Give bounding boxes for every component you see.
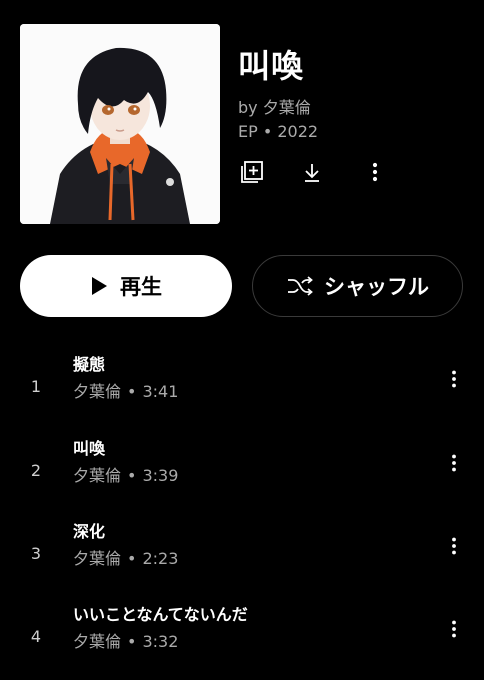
more-vert-icon [452,620,456,638]
play-label: 再生 [120,275,162,299]
track-separator: • [127,382,137,401]
shuffle-icon [288,276,313,296]
album-artist[interactable]: by 夕葉倫 [238,98,468,118]
track-more-button[interactable] [442,617,466,641]
track-title: 叫喚 [73,439,106,458]
track-subtitle: 夕葉倫 • 2:23 [73,549,178,569]
add-to-library-button[interactable] [238,158,266,186]
track-row[interactable]: 3 深化 夕葉倫 • 2:23 [0,522,484,592]
track-artist: 夕葉倫 [73,382,122,401]
album-cover-art-icon [20,24,220,224]
track-number: 4 [30,627,42,646]
album-actions [238,158,398,186]
track-duration: 2:23 [142,549,179,568]
more-vert-icon [452,454,456,472]
track-duration: 3:41 [142,382,179,401]
track-subtitle: 夕葉倫 • 3:32 [73,632,178,652]
more-vert-icon [372,162,378,182]
track-title: いいことなんてないんだ [73,605,248,624]
track-row[interactable]: 4 いいことなんてないんだ 夕葉倫 • 3:32 [0,605,484,675]
track-separator: • [127,632,137,651]
track-separator: • [127,466,137,485]
track-more-button[interactable] [442,451,466,475]
more-vert-icon [452,537,456,555]
track-row[interactable]: 2 叫喚 夕葉倫 • 3:39 [0,439,484,509]
album-cover[interactable] [20,24,220,224]
shuffle-label: シャッフル [324,275,429,299]
track-artist: 夕葉倫 [73,632,122,651]
track-subtitle: 夕葉倫 • 3:41 [73,382,178,402]
album-more-button[interactable] [361,158,389,186]
track-row[interactable]: 1 擬態 夕葉倫 • 3:41 [0,355,484,425]
track-number: 1 [30,377,42,396]
track-more-button[interactable] [442,367,466,391]
track-more-button[interactable] [442,534,466,558]
track-number: 3 [30,544,42,563]
shuffle-button[interactable]: シャッフル [252,255,463,317]
download-button[interactable] [298,158,326,186]
download-icon [305,164,319,182]
album-title: 叫喚 [238,47,305,85]
album-page: 叫喚 by 夕葉倫 EP • 2022 再生 シャッフル 1 擬態 夕葉倫 • … [0,0,484,680]
track-artist: 夕葉倫 [73,466,122,485]
track-number: 2 [30,461,42,480]
album-info: 叫喚 by 夕葉倫 EP • 2022 [238,46,468,142]
track-title: 深化 [73,522,106,541]
track-title: 擬態 [73,355,106,374]
album-meta: EP • 2022 [238,122,319,141]
track-artist: 夕葉倫 [73,549,122,568]
add-to-library-icon [241,161,263,183]
track-duration: 3:39 [142,466,179,485]
more-vert-icon [452,370,456,388]
play-icon [92,277,107,295]
play-button[interactable]: 再生 [20,255,232,317]
track-duration: 3:32 [142,632,179,651]
track-separator: • [127,549,137,568]
track-subtitle: 夕葉倫 • 3:39 [73,466,178,486]
